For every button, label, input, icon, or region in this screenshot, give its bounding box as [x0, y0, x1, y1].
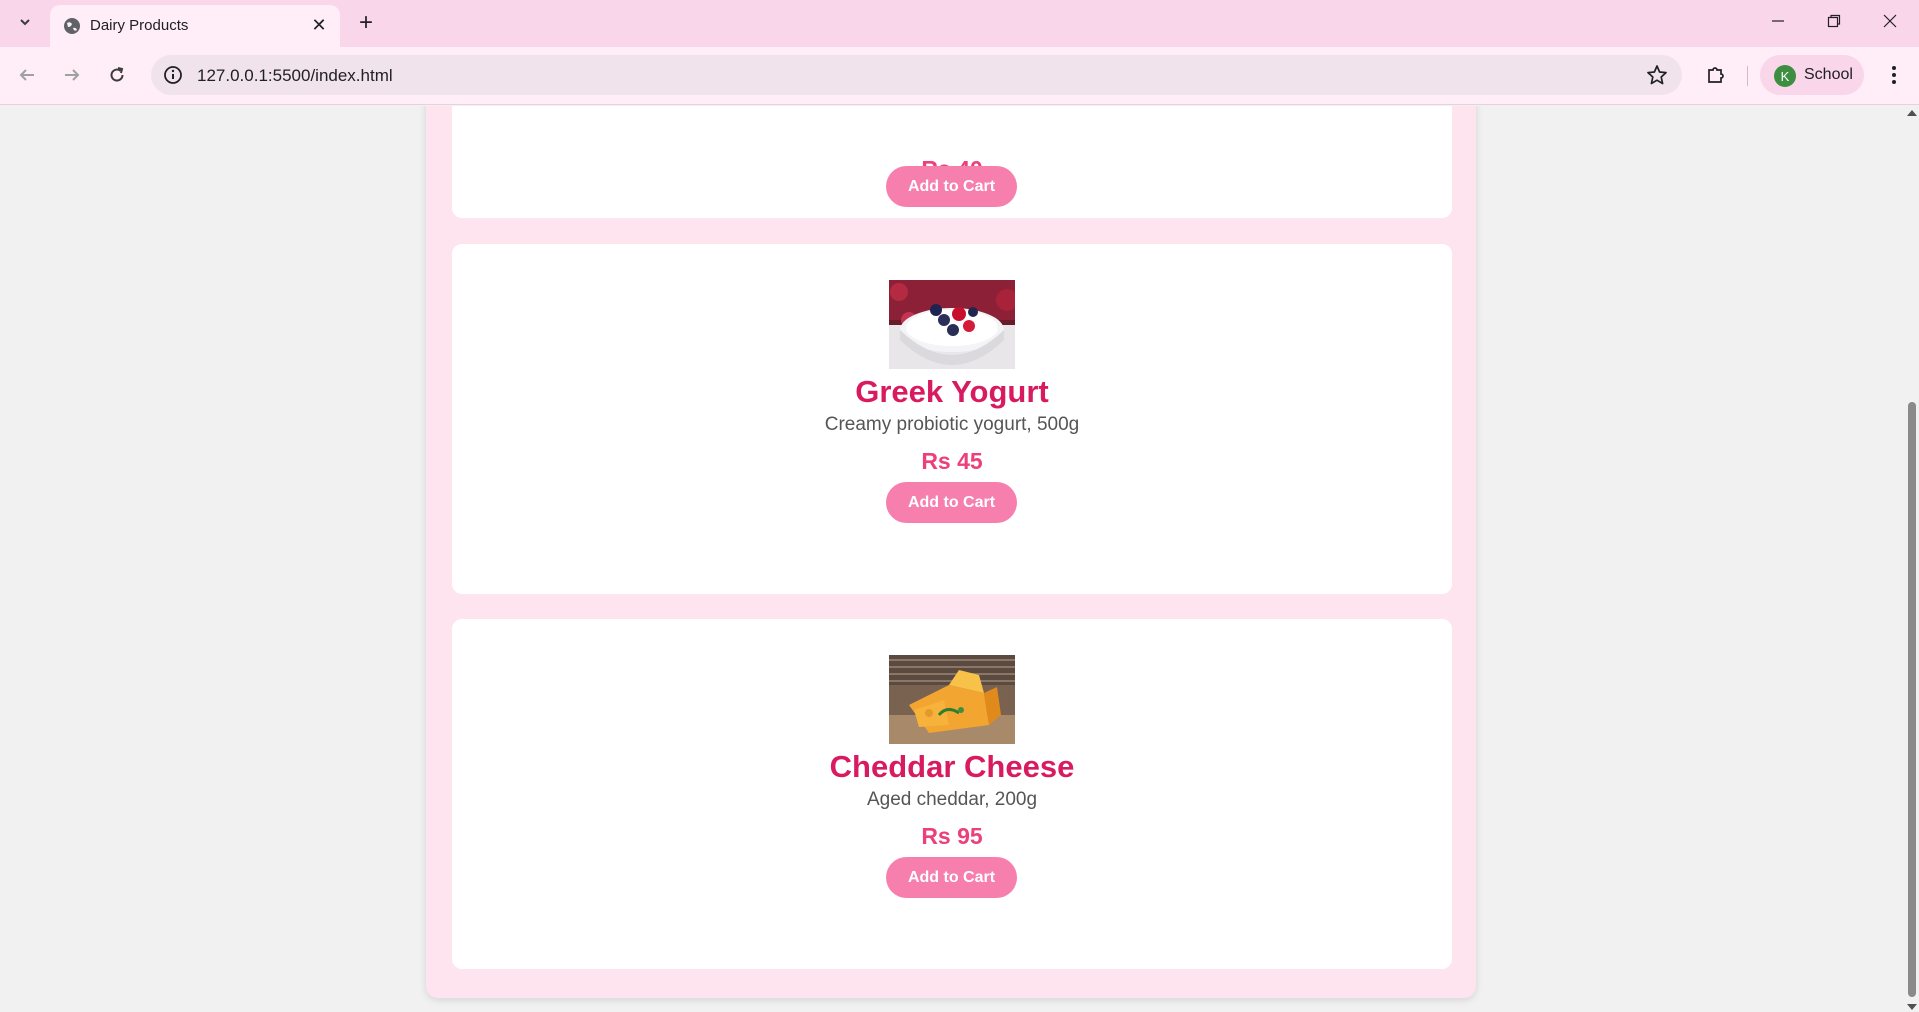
browser-menu-button[interactable]: [1878, 59, 1910, 91]
restore-icon: [1827, 14, 1841, 28]
product-name: Cheddar Cheese: [829, 749, 1075, 784]
minimize-icon: [1772, 20, 1784, 22]
puzzle-icon: [1708, 67, 1724, 83]
close-tab-icon[interactable]: ✕: [308, 14, 330, 36]
product-price: Rs 95: [921, 823, 983, 849]
forward-button[interactable]: [56, 59, 88, 91]
globe-icon: [64, 18, 80, 34]
toolbar-divider: [1747, 66, 1748, 86]
kebab-menu-icon: [1892, 66, 1896, 84]
restore-button[interactable]: [1806, 0, 1862, 42]
add-to-cart-button[interactable]: Add to Cart: [886, 166, 1017, 207]
arrow-left-icon: [19, 69, 34, 81]
address-bar[interactable]: 127.0.0.1:5500/index.html: [151, 55, 1682, 95]
browser-toolbar: 127.0.0.1:5500/index.html K School: [0, 47, 1919, 105]
add-to-cart-button[interactable]: Add to Cart: [886, 857, 1017, 898]
scroll-up-arrow-icon[interactable]: [1907, 110, 1917, 116]
product-list-container: Rs 40 Add to Cart: [426, 106, 1476, 998]
reload-icon: [110, 67, 124, 82]
page-viewport: Rs 40 Add to Cart: [0, 106, 1905, 1012]
product-description: Creamy probiotic yogurt, 500g: [824, 414, 1080, 435]
close-icon: [1883, 14, 1897, 28]
close-window-button[interactable]: [1862, 0, 1918, 42]
profile-button[interactable]: K School: [1760, 55, 1864, 95]
scroll-down-arrow-icon[interactable]: [1907, 1004, 1917, 1010]
extensions-button[interactable]: [1700, 59, 1732, 91]
add-to-cart-button[interactable]: Add to Cart: [886, 482, 1017, 523]
tab-title: Dairy Products: [90, 17, 189, 34]
back-button[interactable]: [11, 59, 43, 91]
product-price: Rs 45: [921, 448, 983, 474]
product-image-greek-yogurt: [889, 280, 1015, 369]
new-tab-button[interactable]: +: [352, 9, 380, 37]
minimize-button[interactable]: [1750, 0, 1806, 42]
active-tab[interactable]: Dairy Products ✕: [50, 5, 340, 47]
profile-name: School: [1804, 66, 1853, 83]
product-card-greek-yogurt: Greek Yogurt Creamy probiotic yogurt, 50…: [452, 244, 1452, 594]
product-card: Rs 40 Add to Cart: [452, 106, 1452, 218]
product-name: Greek Yogurt: [855, 374, 1049, 409]
product-description: Aged cheddar, 200g: [866, 789, 1038, 810]
product-card-cheddar-cheese: Cheddar Cheese Aged cheddar, 200g Rs 95 …: [452, 619, 1452, 969]
page-scrollbar[interactable]: [1905, 106, 1919, 1012]
tab-search-button[interactable]: [10, 8, 40, 36]
url-text: 127.0.0.1:5500/index.html: [197, 66, 393, 85]
product-image-cheddar-cheese: [889, 655, 1015, 744]
reload-button[interactable]: [101, 59, 133, 91]
arrow-right-icon: [65, 69, 80, 81]
bookmark-star-icon[interactable]: [1646, 64, 1668, 86]
site-info-icon[interactable]: [163, 65, 183, 85]
avatar: K: [1774, 65, 1796, 87]
chevron-down-icon: [20, 19, 30, 26]
scrollbar-thumb[interactable]: [1908, 402, 1916, 997]
browser-tab-strip: Dairy Products ✕ +: [0, 0, 1919, 47]
